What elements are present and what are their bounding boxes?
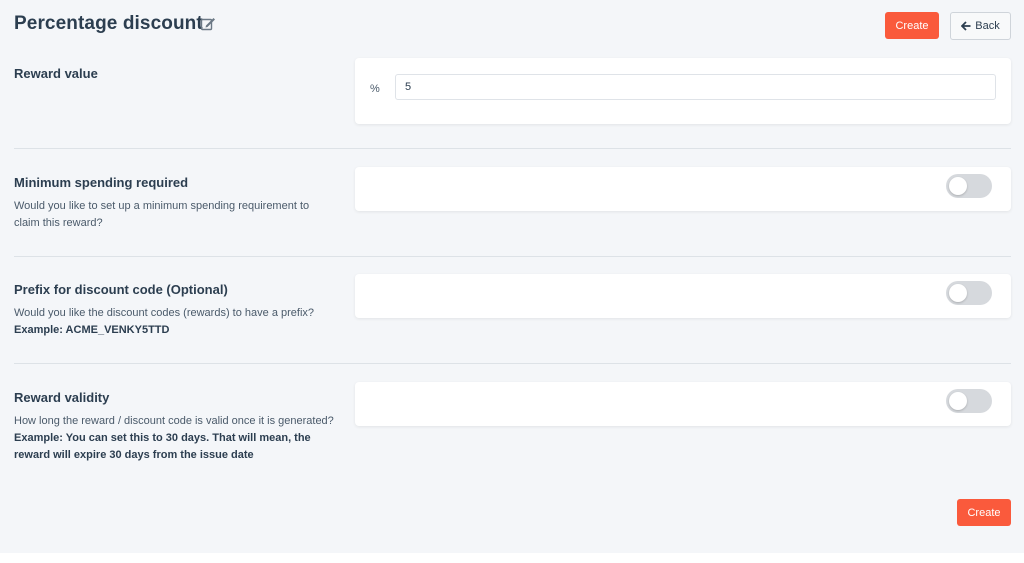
create-button-bottom[interactable]: Create xyxy=(957,499,1011,526)
reward-validity-description: How long the reward / discount code is v… xyxy=(14,415,334,427)
edit-icon[interactable] xyxy=(200,16,216,32)
divider xyxy=(14,256,1011,257)
prefix-card xyxy=(355,274,1011,318)
prefix-section: Prefix for discount code (Optional) Woul… xyxy=(14,274,1011,342)
prefix-example: Example: ACME_VENKY5TTD xyxy=(14,324,170,336)
arrow-left-icon xyxy=(961,21,971,31)
page: Percentage discount Create Back Reward v… xyxy=(0,0,1024,553)
minimum-spending-toggle[interactable] xyxy=(946,174,992,198)
minimum-spending-section: Minimum spending required Would you like… xyxy=(14,167,1011,235)
toggle-knob xyxy=(949,284,967,302)
divider xyxy=(14,148,1011,149)
toggle-knob xyxy=(949,392,967,410)
reward-value-section: Reward value % 5 xyxy=(14,58,1011,124)
page-title: Percentage discount xyxy=(14,13,203,34)
prefix-description: Would you like the discount codes (rewar… xyxy=(14,307,315,319)
minimum-spending-description: Would you like to set up a minimum spend… xyxy=(14,200,310,229)
divider xyxy=(14,363,1011,364)
reward-validity-example: Example: You can set this to 30 days. Th… xyxy=(14,432,311,461)
reward-validity-card xyxy=(355,382,1011,426)
reward-value-input[interactable]: 5 xyxy=(395,74,996,100)
reward-validity-toggle[interactable] xyxy=(946,389,992,413)
reward-validity-section: Reward validity How long the reward / di… xyxy=(14,382,1011,482)
back-button[interactable]: Back xyxy=(950,12,1011,40)
reward-value-card: % 5 xyxy=(355,58,1011,124)
create-button-top[interactable]: Create xyxy=(885,12,939,39)
back-button-label: Back xyxy=(975,20,1000,32)
toggle-knob xyxy=(949,177,967,195)
page-header: Percentage discount Create Back xyxy=(14,10,1011,40)
prefix-toggle[interactable] xyxy=(946,281,992,305)
minimum-spending-card xyxy=(355,167,1011,211)
percent-symbol: % xyxy=(370,83,380,95)
